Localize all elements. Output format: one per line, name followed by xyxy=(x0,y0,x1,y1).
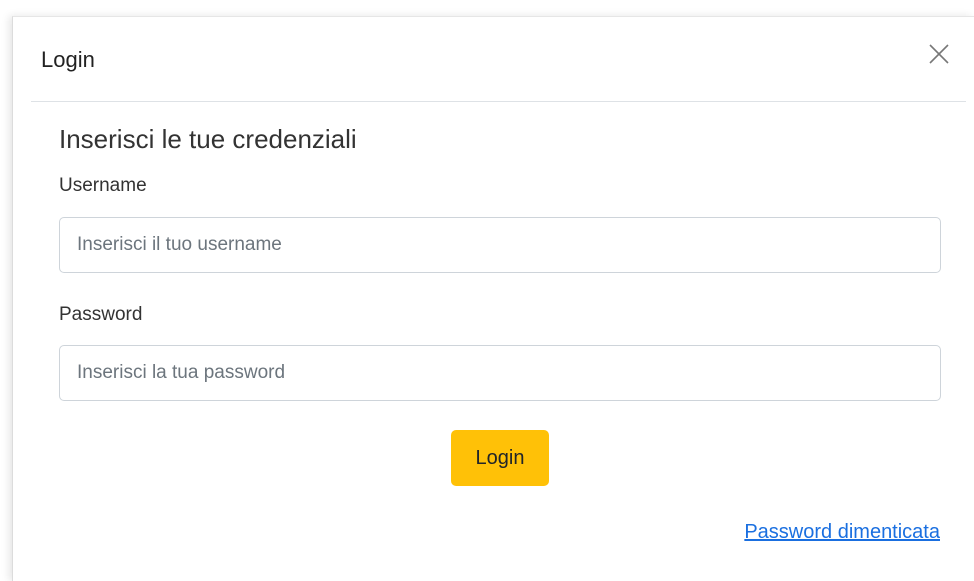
close-button[interactable] xyxy=(926,41,952,67)
password-input[interactable] xyxy=(59,345,941,401)
forgot-password-link[interactable]: Password dimenticata xyxy=(744,521,940,544)
login-modal: Login Inserisci le tue credenziali Usern… xyxy=(12,16,974,581)
modal-title: Login xyxy=(41,47,95,72)
username-label: Username xyxy=(59,175,147,196)
close-icon xyxy=(929,44,949,64)
password-label: Password xyxy=(59,304,143,325)
modal-header: Login xyxy=(31,17,966,102)
modal-body: Inserisci le tue credenziali Username Pa… xyxy=(59,121,941,543)
username-input[interactable] xyxy=(59,217,941,273)
login-button[interactable]: Login xyxy=(451,430,549,486)
form-subtitle: Inserisci le tue credenziali xyxy=(59,124,357,154)
